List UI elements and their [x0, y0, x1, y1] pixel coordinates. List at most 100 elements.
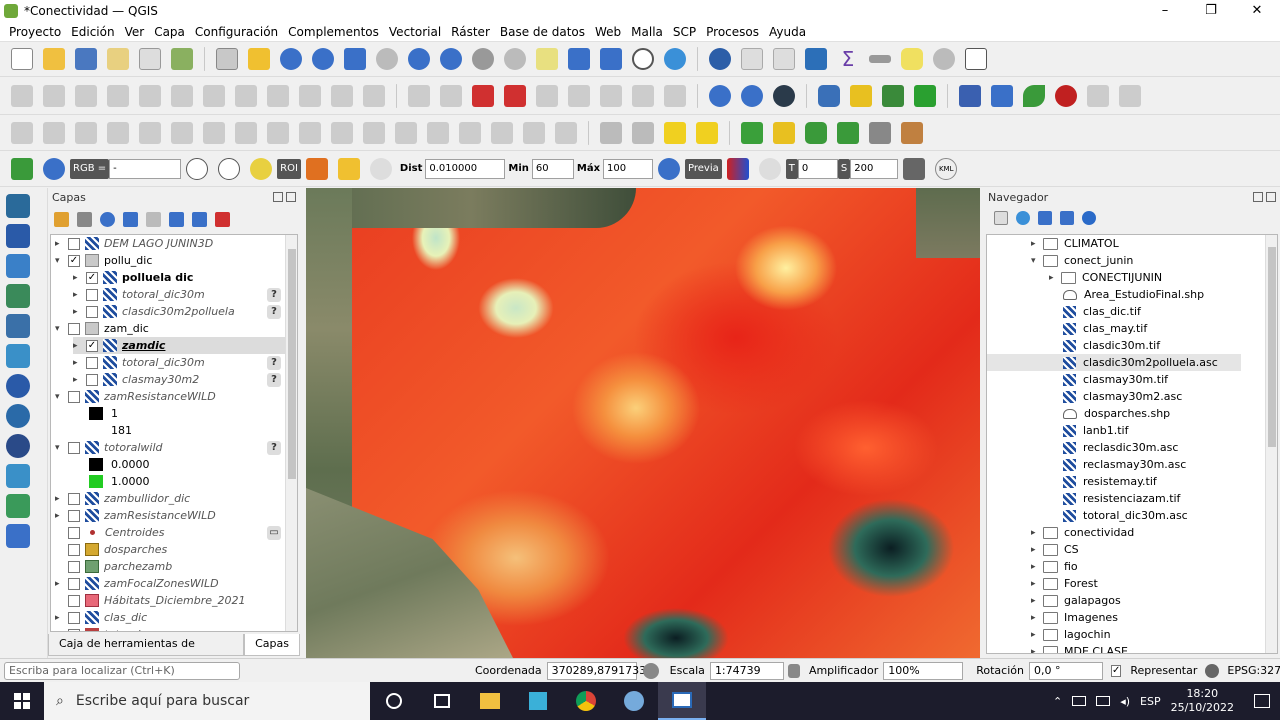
- scp-remove-temp-icon[interactable]: [903, 157, 926, 180]
- scp-band2-icon[interactable]: [218, 157, 241, 180]
- label-move-icon[interactable]: [536, 84, 558, 107]
- identify-icon[interactable]: [709, 48, 731, 70]
- new-shapefile-icon[interactable]: [6, 494, 30, 518]
- browser-folder[interactable]: ▸ fio: [1031, 558, 1078, 575]
- zoom-next-icon[interactable]: [504, 48, 526, 70]
- info-icon[interactable]: [1082, 211, 1096, 225]
- layer-checkbox[interactable]: [68, 594, 80, 607]
- notifications-icon[interactable]: [1254, 694, 1270, 708]
- layer-item[interactable]: ▸ clasdic30m2polluela ?: [73, 303, 297, 320]
- layer-checkbox[interactable]: [68, 322, 80, 335]
- expand-arrow-icon[interactable]: ▸: [55, 630, 65, 632]
- annotation-settings-icon[interactable]: [933, 48, 955, 70]
- layer-item[interactable]: ▸ totoral_dic30m ?: [73, 354, 297, 371]
- add-mesh-layer-icon[interactable]: [6, 254, 30, 278]
- browser-file[interactable]: reclasmay30m.asc: [1063, 456, 1186, 473]
- rstudio-button[interactable]: [610, 682, 658, 720]
- scp-zoom-roi-icon[interactable]: [250, 157, 273, 180]
- grid-icon[interactable]: [869, 121, 891, 144]
- cortana-button[interactable]: [370, 682, 418, 720]
- expand-arrow-icon[interactable]: ▸: [55, 511, 65, 521]
- undo-icon[interactable]: [331, 84, 353, 107]
- label-change-icon[interactable]: [600, 84, 622, 107]
- layer-checkbox[interactable]: ✓: [68, 254, 80, 267]
- layer-item[interactable]: Centroides ▭: [55, 524, 297, 541]
- plugin-layers-icon[interactable]: [882, 84, 904, 107]
- expand-arrow-icon[interactable]: ▸: [73, 375, 83, 385]
- plugin-search-icon[interactable]: [741, 121, 763, 144]
- metasearch-icon[interactable]: [709, 84, 731, 107]
- label-pin-icon[interactable]: [440, 84, 462, 107]
- qgis-taskbar-button[interactable]: [658, 682, 706, 720]
- scp-dock-icon[interactable]: [11, 157, 33, 180]
- layer-checkbox[interactable]: [86, 305, 98, 318]
- copy-features-icon[interactable]: [267, 84, 289, 107]
- plugin-terrain-icon[interactable]: [914, 84, 936, 107]
- cad-offset-icon[interactable]: [395, 121, 417, 144]
- expand-arrow-icon[interactable]: ▸: [73, 307, 83, 317]
- cut-features-icon[interactable]: [235, 84, 257, 107]
- layer-checkbox[interactable]: [68, 628, 80, 631]
- cad-points-icon[interactable]: [75, 121, 97, 144]
- network-icon[interactable]: [1096, 696, 1111, 706]
- deselect-icon[interactable]: [664, 121, 686, 144]
- add-feature-icon[interactable]: [107, 84, 129, 107]
- cad-reshape-icon[interactable]: [363, 121, 385, 144]
- layer-item[interactable]: Hábitats_Diciembre_2021: [55, 592, 246, 609]
- statistics-sigma-icon[interactable]: Σ: [837, 48, 859, 70]
- layer-checkbox[interactable]: [68, 509, 80, 522]
- cad-part-icon[interactable]: [235, 121, 257, 144]
- t-input[interactable]: 0: [797, 158, 838, 179]
- layer-item[interactable]: ▸ totoral_may: [55, 626, 170, 632]
- browser-file[interactable]: clas_may.tif: [1063, 320, 1147, 337]
- layer-checkbox[interactable]: [68, 441, 80, 454]
- max-input[interactable]: 100: [603, 158, 654, 179]
- browser-tree-scrollbar[interactable]: [1265, 235, 1277, 653]
- task-view-button[interactable]: [418, 682, 466, 720]
- file-explorer-button[interactable]: [466, 682, 514, 720]
- layer-checkbox[interactable]: [68, 577, 80, 590]
- expand-arrow-icon[interactable]: ▾: [55, 392, 65, 402]
- expand-arrow-icon[interactable]: ▸: [73, 341, 83, 351]
- expand-arrow-icon[interactable]: ▸: [1049, 273, 1061, 283]
- pan-hand-icon[interactable]: [216, 48, 238, 70]
- layer-group[interactable]: ▾ zam_dic: [55, 320, 149, 337]
- plugin-network-icon[interactable]: [991, 84, 1013, 107]
- save-project-icon[interactable]: [75, 48, 97, 70]
- rgb-select[interactable]: -: [109, 158, 182, 179]
- volume-icon[interactable]: ◂): [1120, 695, 1130, 708]
- cad-move-icon[interactable]: [107, 121, 129, 144]
- layer-checkbox[interactable]: [68, 237, 80, 250]
- language-indicator[interactable]: ESP: [1140, 695, 1161, 708]
- manage-themes-icon[interactable]: [100, 211, 115, 227]
- layer-item[interactable]: parchezamb: [55, 558, 172, 575]
- taskbar-search[interactable]: ⌕ Escribe aquí para buscar: [44, 682, 370, 720]
- expand-arrow-icon[interactable]: ▸: [55, 494, 65, 504]
- zoom-layer-icon[interactable]: [408, 48, 430, 70]
- menu-base-de-datos[interactable]: Base de datos: [495, 25, 590, 39]
- help-icon[interactable]: [959, 84, 981, 107]
- menu-procesos[interactable]: Procesos: [701, 25, 764, 39]
- menu-malla[interactable]: Malla: [626, 25, 668, 39]
- crs-label[interactable]: EPSG:32718: [1222, 664, 1280, 677]
- scrollbar-thumb[interactable]: [1268, 247, 1276, 447]
- cad-ring-icon[interactable]: [203, 121, 225, 144]
- refresh-icon[interactable]: [1016, 211, 1030, 225]
- show-bookmarks-icon[interactable]: [568, 48, 590, 70]
- text-annotation-icon[interactable]: [965, 48, 987, 70]
- new-project-icon[interactable]: [11, 48, 33, 70]
- render-checkbox[interactable]: ✓: [1110, 664, 1122, 677]
- dist-input[interactable]: 0.010000: [425, 158, 506, 179]
- maximize-button[interactable]: ❐: [1188, 0, 1234, 22]
- layer-checkbox[interactable]: [68, 611, 80, 624]
- menu-complementos[interactable]: Complementos: [283, 25, 384, 39]
- filter-legend-icon[interactable]: [123, 211, 138, 227]
- current-edits-icon[interactable]: [11, 84, 33, 107]
- field-calculator-icon[interactable]: [773, 48, 795, 70]
- vertex-tool-icon[interactable]: [139, 84, 161, 107]
- expand-arrow-icon[interactable]: ▾: [55, 256, 65, 266]
- layer-checkbox[interactable]: ✓: [86, 271, 98, 284]
- float-panel-icon[interactable]: [1253, 192, 1263, 202]
- add-wcs-layer-icon[interactable]: [6, 434, 30, 458]
- expand-arrow-icon[interactable]: ▸: [1031, 528, 1043, 538]
